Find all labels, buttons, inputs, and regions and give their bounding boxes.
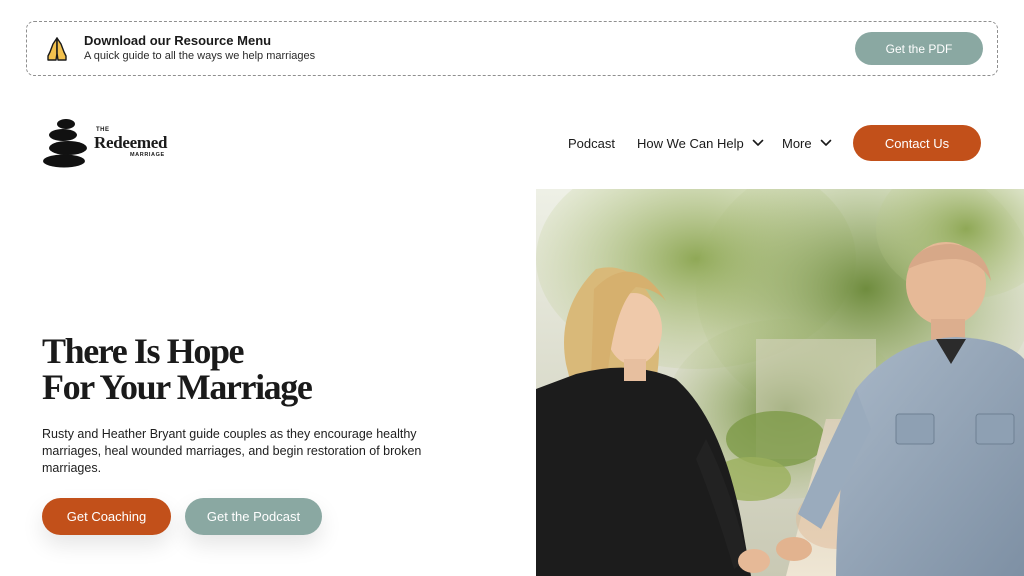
get-podcast-button[interactable]: Get the Podcast: [185, 498, 322, 535]
nav-item-label: How We Can Help: [637, 135, 744, 151]
chevron-down-icon: [820, 139, 831, 146]
couple-photo-illustration: [536, 189, 1024, 576]
nav-item-label: Podcast: [568, 135, 615, 151]
banner-title: Download our Resource Menu: [84, 33, 272, 48]
hero-title: There Is Hope For Your Marriage: [42, 333, 462, 405]
logo-wordmark: Redeemed: [94, 133, 168, 152]
resource-banner: Download our Resource Menu A quick guide…: [26, 21, 998, 76]
nav-item-how-we-can-help[interactable]: How We Can Help: [637, 136, 764, 151]
main-nav-help: How We Can Help: [637, 126, 764, 160]
banner-subtitle: A quick guide to all the ways we help ma…: [84, 50, 316, 62]
main-nav-more: More: [782, 126, 832, 160]
nav-item-label: More: [782, 135, 812, 151]
nav-item-podcast[interactable]: Podcast: [568, 136, 615, 151]
nav-item-more[interactable]: More: [782, 136, 832, 151]
contact-us-button[interactable]: Contact Us: [853, 125, 981, 161]
hero-title-line2: For Your Marriage: [42, 367, 313, 407]
hero-photo: [536, 189, 1024, 576]
get-pdf-button[interactable]: Get the PDF: [855, 32, 983, 65]
main-nav: Podcast: [568, 126, 615, 160]
hero-title-line1: There Is Hope: [42, 331, 245, 371]
stacked-stones-icon: [43, 119, 87, 168]
chevron-down-icon: [752, 139, 764, 146]
site-logo[interactable]: THE Redeemed MARRIAGE: [42, 118, 182, 170]
hero-description: Rusty and Heather Bryant guide couples a…: [42, 427, 422, 475]
praying-hands-icon: [47, 37, 67, 61]
logo-marriage: MARRIAGE: [130, 152, 165, 158]
get-coaching-button[interactable]: Get Coaching: [42, 498, 171, 535]
